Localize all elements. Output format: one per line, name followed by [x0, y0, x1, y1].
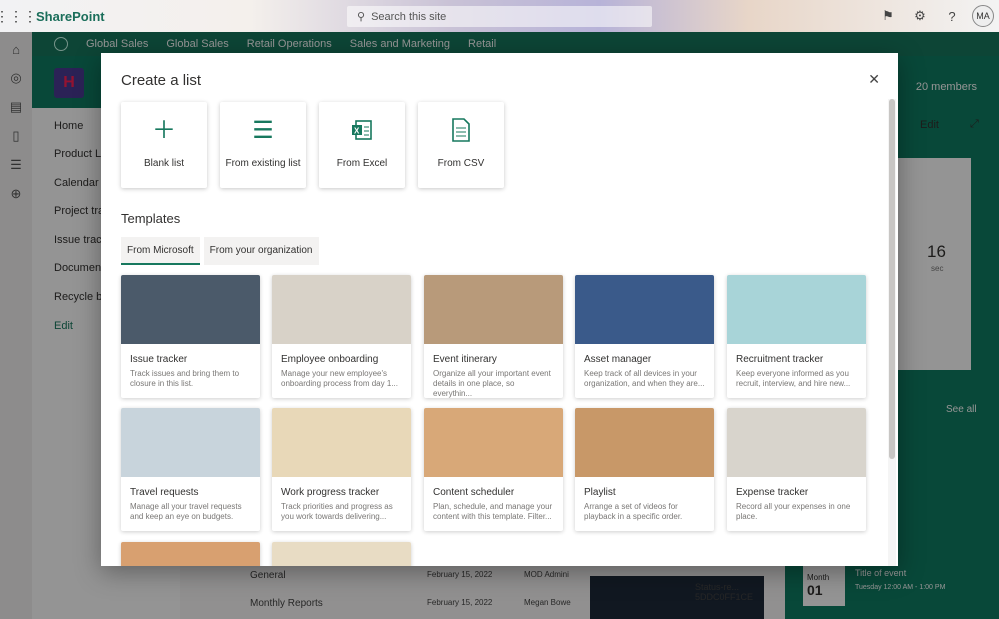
- template-title: Content scheduler: [433, 487, 515, 498]
- app-launcher-icon[interactable]: ⋮⋮⋮: [0, 0, 37, 32]
- template-card[interactable]: Asset manager Keep track of all devices i…: [575, 275, 714, 398]
- template-card-partial[interactable]: [121, 542, 260, 566]
- template-card[interactable]: Work progress tracker Track priorities an…: [272, 408, 411, 531]
- template-description: Record all your expenses in one place.: [736, 502, 851, 521]
- template-description: Track priorities and progress as you wor…: [281, 502, 393, 521]
- template-card[interactable]: Event itinerary Organize all your importa…: [424, 275, 563, 398]
- suite-bar: ⋮⋮⋮ SharePoint ⚲ Search this site ⚑ ⚙ ? …: [0, 0, 999, 32]
- template-card[interactable]: Playlist Arrange a set of videos for play…: [575, 408, 714, 531]
- template-tabs: From Microsoft From your organization: [121, 237, 323, 265]
- template-card[interactable]: Expense tracker Record all your expenses …: [727, 408, 866, 531]
- template-thumbnail: [121, 275, 260, 344]
- from-existing-list-card[interactable]: ☰ From existing list: [220, 102, 306, 188]
- template-thumbnail: [727, 275, 866, 344]
- dialog-scrollbar[interactable]: [888, 99, 896, 566]
- template-title: Issue tracker: [130, 354, 188, 365]
- template-title: Expense tracker: [736, 487, 809, 498]
- template-description: Manage your new employee's onboarding pr…: [281, 369, 398, 388]
- from-excel-card[interactable]: X From Excel: [319, 102, 405, 188]
- tab-from-your-organization[interactable]: From your organization: [203, 237, 319, 265]
- template-card[interactable]: Employee onboarding Manage your new emplo…: [272, 275, 411, 398]
- plus-icon: ＋: [152, 117, 176, 144]
- excel-icon: X: [350, 118, 374, 144]
- template-card[interactable]: Travel requests Manage all your travel re…: [121, 408, 260, 531]
- template-thumbnail: [272, 275, 411, 344]
- csv-file-icon: [451, 118, 471, 144]
- template-thumbnail: [272, 408, 411, 477]
- template-description: Track issues and bring them to closure i…: [130, 369, 240, 388]
- create-option-label: From existing list: [225, 158, 301, 169]
- scrollbar-thumb[interactable]: [889, 99, 895, 459]
- tab-from-microsoft[interactable]: From Microsoft: [121, 237, 200, 265]
- template-description: Keep track of all devices in your organi…: [584, 369, 705, 388]
- dialog-title: Create a list: [121, 72, 202, 89]
- template-title: Travel requests: [130, 487, 199, 498]
- template-description: Manage all your travel requests and keep…: [130, 502, 242, 521]
- create-list-dialog: Create a list ✕ ＋ Blank list ☰ From exis…: [101, 53, 898, 566]
- template-title: Work progress tracker: [281, 487, 380, 498]
- template-thumbnail: [575, 275, 714, 344]
- template-card[interactable]: Issue tracker Track issues and bring them…: [121, 275, 260, 398]
- close-icon[interactable]: ✕: [868, 71, 880, 88]
- templates-heading: Templates: [121, 211, 181, 226]
- avatar[interactable]: MA: [972, 5, 994, 27]
- list-lines-icon: ☰: [252, 117, 274, 144]
- search-box[interactable]: ⚲ Search this site: [347, 6, 652, 27]
- template-card[interactable]: Recruitment tracker Keep everyone informe…: [727, 275, 866, 398]
- blank-list-card[interactable]: ＋ Blank list: [121, 102, 207, 188]
- template-title: Employee onboarding: [281, 354, 379, 365]
- template-card[interactable]: Content scheduler Plan, schedule, and man…: [424, 408, 563, 531]
- template-description: Arrange a set of videos for playback in …: [584, 502, 683, 521]
- app-name[interactable]: SharePoint: [36, 9, 105, 24]
- template-description: Plan, schedule, and manage your content …: [433, 502, 553, 521]
- template-description: Keep everyone informed as you recruit, i…: [736, 369, 851, 388]
- template-thumbnail: [121, 408, 260, 477]
- help-icon[interactable]: ?: [936, 9, 968, 24]
- from-csv-card[interactable]: From CSV: [418, 102, 504, 188]
- template-thumbnail: [424, 275, 563, 344]
- create-option-label: Blank list: [143, 158, 184, 169]
- template-description: Organize all your important event detail…: [433, 369, 551, 398]
- template-title: Playlist: [584, 487, 616, 498]
- template-title: Recruitment tracker: [736, 354, 824, 365]
- template-title: Event itinerary: [433, 354, 497, 365]
- template-thumbnail: [575, 408, 714, 477]
- template-thumbnail: [727, 408, 866, 477]
- svg-text:X: X: [354, 127, 360, 136]
- create-option-label: From Excel: [336, 158, 388, 169]
- template-thumbnail: [424, 408, 563, 477]
- megaphone-icon[interactable]: ⚑: [872, 8, 904, 24]
- gear-icon[interactable]: ⚙: [904, 8, 936, 24]
- search-icon: ⚲: [357, 11, 366, 23]
- search-placeholder: Search this site: [371, 10, 447, 23]
- create-option-label: From CSV: [437, 158, 485, 169]
- template-card-partial[interactable]: [272, 542, 411, 566]
- template-title: Asset manager: [584, 354, 652, 365]
